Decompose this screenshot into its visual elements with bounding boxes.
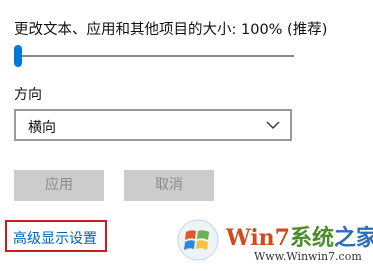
scale-slider-track[interactable] xyxy=(14,55,294,57)
apply-button[interactable]: 应用 xyxy=(14,170,104,201)
orientation-select[interactable]: 横向 xyxy=(14,109,292,141)
windows-logo-icon xyxy=(177,219,219,261)
watermark-title-home: 之家 xyxy=(334,225,373,251)
watermark-url: Www.Winwin7.com xyxy=(254,250,362,263)
advanced-display-settings-link[interactable]: 高级显示设置 xyxy=(13,228,97,248)
watermark-title-win7: Win7 xyxy=(226,225,290,251)
scale-label: 更改文本、应用和其他项目的大小: 100% (推荐) xyxy=(14,22,328,38)
cancel-button[interactable]: 取消 xyxy=(124,170,214,201)
watermark-title-system: 系统 xyxy=(289,225,334,251)
orientation-label: 方向 xyxy=(14,87,42,103)
watermark-title: Win7系统之家 xyxy=(226,220,373,252)
orientation-selected-value: 横向 xyxy=(28,120,56,136)
chevron-down-icon xyxy=(266,121,280,129)
watermark: Win7系统之家 Www.Winwin7.com xyxy=(172,214,373,266)
scale-slider-thumb[interactable] xyxy=(14,45,22,67)
